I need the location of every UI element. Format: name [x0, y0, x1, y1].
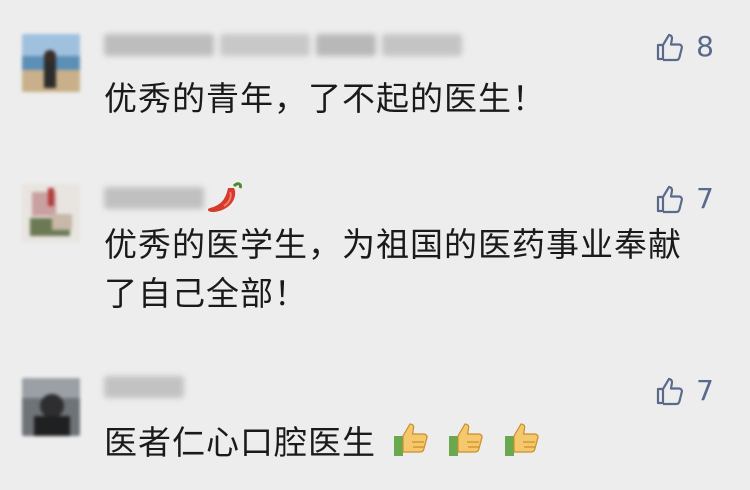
username-blurred[interactable]	[104, 28, 462, 62]
like-button[interactable]: 7	[654, 374, 714, 407]
username-blurred[interactable]	[104, 181, 204, 215]
thumbs-up-emoji-icon	[393, 423, 428, 456]
thumbs-up-emoji-icon	[449, 423, 483, 456]
thumbs-up-emoji-icon	[504, 423, 539, 456]
like-count: 8	[696, 30, 714, 63]
like-count: 7	[696, 182, 714, 215]
avatar[interactable]	[22, 184, 80, 242]
comment-text: 优秀的医学生，为祖国的医药事业奉献了自己全部！	[104, 225, 682, 313]
thumbs-up-icon	[657, 185, 684, 213]
like-button[interactable]: 7	[654, 182, 714, 215]
chili-pepper-icon	[207, 182, 242, 213]
username-blurred[interactable]	[104, 370, 184, 404]
avatar[interactable]	[22, 378, 80, 436]
comment-text: 优秀的青年，了不起的医生！	[104, 79, 546, 118]
like-button[interactable]: 8	[654, 30, 714, 63]
like-count: 7	[696, 374, 714, 407]
comment-text: 医者仁心口腔医生	[104, 418, 704, 467]
thumbs-up-icon	[657, 33, 684, 61]
avatar[interactable]	[22, 34, 80, 92]
thumbs-up-icon	[657, 377, 684, 405]
